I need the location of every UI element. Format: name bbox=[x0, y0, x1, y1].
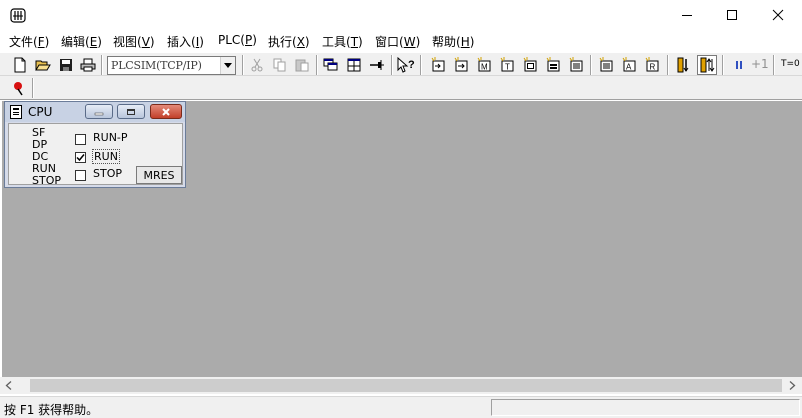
svg-text:R: R bbox=[650, 63, 656, 72]
insert-counter-icon[interactable] bbox=[520, 55, 540, 75]
insert-peripheral-input-icon[interactable] bbox=[451, 55, 471, 75]
next-scan-button[interactable]: +1 bbox=[751, 57, 769, 71]
scrollbar-thumb[interactable] bbox=[30, 379, 782, 392]
toolbar-separator bbox=[101, 55, 103, 75]
status-pane bbox=[491, 399, 800, 416]
cpu-window-title: CPU bbox=[28, 105, 53, 119]
pushpin-icon[interactable] bbox=[9, 78, 29, 98]
led-dp: DP bbox=[32, 138, 48, 151]
chevron-down-icon[interactable] bbox=[220, 57, 235, 74]
led-run: RUN bbox=[32, 162, 56, 175]
insert-variable-icon[interactable] bbox=[543, 55, 563, 75]
led-dc: DC bbox=[32, 150, 49, 163]
stop-label[interactable]: STOP bbox=[93, 167, 122, 180]
cut-icon[interactable] bbox=[247, 55, 267, 75]
svg-text:?: ? bbox=[408, 59, 415, 71]
run-label[interactable]: RUN bbox=[92, 149, 120, 164]
pause-icon[interactable] bbox=[729, 55, 749, 75]
paste-icon[interactable] bbox=[292, 55, 312, 75]
run-checkbox[interactable] bbox=[75, 152, 86, 163]
main-toolbar: PLCSIM(TCP/IP) ? M T A R +1 T=0 bbox=[0, 52, 802, 76]
continuous-scan-icon[interactable] bbox=[697, 55, 717, 75]
status-text: 按 F1 获得帮助。 bbox=[4, 403, 99, 417]
menu-file[interactable]: 文件(F) bbox=[9, 33, 49, 50]
connection-select[interactable]: PLCSIM(TCP/IP) bbox=[107, 56, 236, 75]
insert-block-register-icon[interactable]: R bbox=[642, 55, 662, 75]
toolbar-separator bbox=[667, 55, 669, 75]
close-button[interactable] bbox=[755, 0, 801, 30]
insert-accumulator-icon[interactable]: A bbox=[619, 55, 639, 75]
toolbar-separator bbox=[32, 78, 34, 98]
led-sf: SF bbox=[32, 126, 46, 139]
minimize-button[interactable] bbox=[664, 0, 710, 30]
scroll-left-icon[interactable] bbox=[0, 377, 17, 394]
svg-text:M: M bbox=[481, 63, 488, 72]
insert-marker-icon[interactable]: M bbox=[474, 55, 494, 75]
status-bar: 按 F1 获得帮助。 bbox=[0, 396, 802, 418]
save-icon[interactable] bbox=[56, 55, 76, 75]
insert-stack-icon[interactable] bbox=[596, 55, 616, 75]
cpu-window-titlebar[interactable]: CPU bbox=[5, 102, 185, 122]
menu-execute[interactable]: 执行(X) bbox=[268, 33, 310, 50]
connection-select-value: PLCSIM(TCP/IP) bbox=[111, 59, 202, 72]
mres-button[interactable]: MRES bbox=[136, 166, 182, 184]
horizontal-scrollbar[interactable] bbox=[0, 377, 802, 394]
cpu-close-button[interactable] bbox=[150, 104, 182, 119]
toolbar-separator bbox=[316, 55, 318, 75]
menu-plc[interactable]: PLC(P) bbox=[218, 33, 257, 47]
cascade-icon[interactable] bbox=[321, 55, 341, 75]
cpu-window: CPU SF DP DC RUN STOP RUN-P RUN STOP MRE… bbox=[4, 101, 186, 188]
toolbar-separator bbox=[391, 55, 393, 75]
secondary-toolbar bbox=[0, 76, 802, 100]
copy-icon[interactable] bbox=[270, 55, 290, 75]
context-help-icon[interactable]: ? bbox=[396, 55, 416, 75]
toolbar-separator bbox=[773, 55, 775, 75]
checkmark-icon bbox=[76, 154, 85, 162]
title-bar bbox=[0, 0, 802, 30]
single-scan-icon[interactable] bbox=[674, 55, 694, 75]
menu-window[interactable]: 窗口(W) bbox=[375, 33, 420, 50]
menu-edit[interactable]: 编辑(E) bbox=[61, 33, 102, 50]
insert-vertical-bits-icon[interactable] bbox=[566, 55, 586, 75]
menu-tools[interactable]: 工具(T) bbox=[322, 33, 363, 50]
open-icon[interactable] bbox=[33, 55, 53, 75]
led-stop: STOP bbox=[32, 174, 61, 187]
menu-help[interactable]: 帮助(H) bbox=[432, 33, 474, 50]
menu-insert[interactable]: 插入(I) bbox=[167, 33, 204, 50]
toolbar-separator bbox=[242, 55, 244, 75]
insert-input-icon[interactable] bbox=[428, 55, 448, 75]
toolbar-separator bbox=[420, 55, 422, 75]
run-p-checkbox[interactable] bbox=[75, 134, 86, 145]
cpu-icon bbox=[10, 105, 22, 119]
toolbar-separator bbox=[590, 55, 592, 75]
reset-timers-button[interactable]: T=0 bbox=[781, 59, 800, 69]
cpu-restore-button[interactable] bbox=[117, 104, 145, 119]
cpu-panel: SF DP DC RUN STOP RUN-P RUN STOP MRES bbox=[8, 123, 183, 187]
app-icon bbox=[9, 6, 27, 24]
menu-view[interactable]: 视图(V) bbox=[113, 33, 155, 50]
toolbar-separator bbox=[722, 55, 724, 75]
pin-icon[interactable] bbox=[367, 55, 387, 75]
tile-icon[interactable] bbox=[344, 55, 364, 75]
maximize-button[interactable] bbox=[709, 0, 755, 30]
new-icon[interactable] bbox=[10, 55, 30, 75]
print-icon[interactable] bbox=[78, 55, 98, 75]
cpu-minimize-button[interactable] bbox=[85, 104, 113, 119]
svg-text:A: A bbox=[626, 63, 632, 72]
stop-checkbox[interactable] bbox=[75, 170, 86, 181]
run-p-label[interactable]: RUN-P bbox=[93, 131, 128, 144]
menu-bar: 文件(F) 编辑(E) 视图(V) 插入(I) PLC(P) 执行(X) 工具(… bbox=[0, 31, 802, 51]
svg-text:T: T bbox=[505, 63, 510, 72]
insert-timer-icon[interactable]: T bbox=[497, 55, 517, 75]
scroll-right-icon[interactable] bbox=[784, 377, 801, 394]
